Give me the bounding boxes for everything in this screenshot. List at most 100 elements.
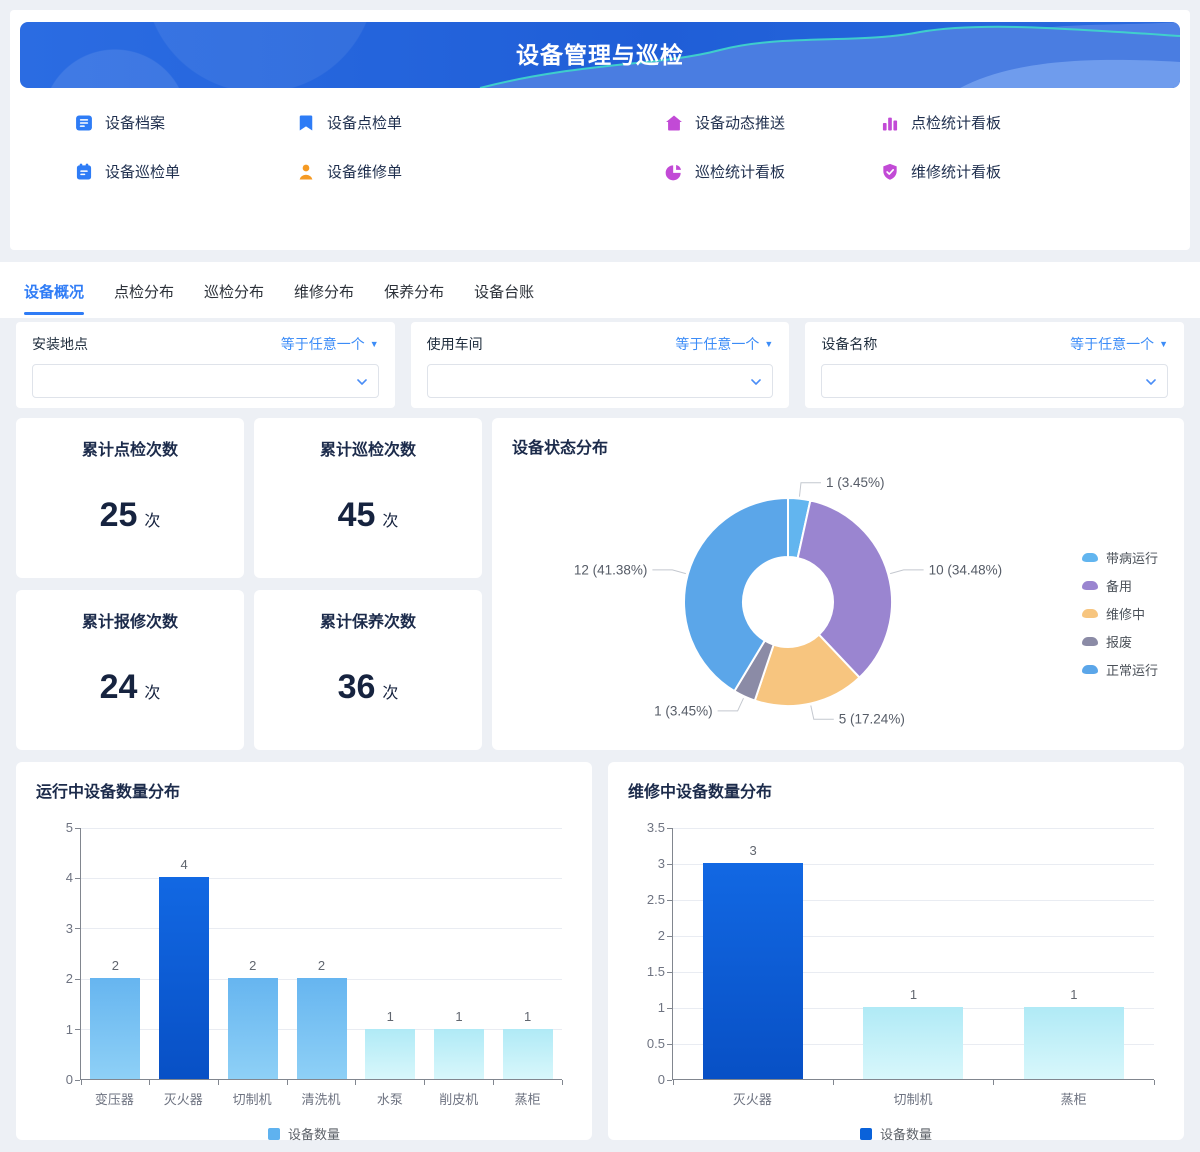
legend-marker xyxy=(1081,637,1098,646)
bar-slot: 2 xyxy=(287,828,356,1079)
menu-item-device-push[interactable]: 设备动态推送 xyxy=(664,112,880,133)
stat-value: 24 xyxy=(99,668,138,706)
y-axis-tick-label: 1 xyxy=(657,1000,665,1015)
y-axis-tick xyxy=(667,1007,672,1009)
filter-operator-dropdown[interactable]: 等于任意一个 ▼ xyxy=(281,334,379,354)
menu-item-label: 设备巡检单 xyxy=(105,164,181,181)
menu-item-repair-sheet[interactable]: 设备维修单 xyxy=(296,161,664,182)
bar-slot: 1 xyxy=(356,828,425,1079)
filter-device-name: 设备名称 等于任意一个 ▼ xyxy=(805,322,1185,408)
y-axis-tick xyxy=(667,899,672,901)
y-axis-tick-label: 2 xyxy=(65,971,73,987)
bar-slot: 2 xyxy=(81,828,150,1079)
menu-item-repair-board[interactable]: 维修统计看板 xyxy=(880,161,1190,182)
pie-slice-label: 5 (17.24%) xyxy=(839,712,905,727)
bar[interactable] xyxy=(296,978,347,1079)
chevron-down-icon xyxy=(356,379,367,385)
page-title: 设备管理与巡检 xyxy=(516,42,684,68)
x-axis-tick xyxy=(993,1080,995,1085)
banner: 设备管理与巡检 xyxy=(20,22,1180,88)
chart-title: 运行中设备数量分布 xyxy=(36,784,181,801)
caret-down-icon: ▼ xyxy=(1159,339,1169,349)
y-axis-tick xyxy=(667,1079,672,1081)
y-axis-tick-label: 4 xyxy=(65,870,73,886)
tab-device-ledger[interactable]: 设备台账 xyxy=(474,262,534,318)
y-axis-tick-label: 5 xyxy=(65,820,73,835)
legend-marker xyxy=(267,1127,280,1140)
legend-item[interactable]: 正常运行 xyxy=(1081,660,1158,679)
y-axis-tick-label: 0.5 xyxy=(646,1036,665,1051)
pie-label-leader-line xyxy=(810,705,834,720)
workshop-select[interactable] xyxy=(426,364,774,398)
menu-item-device-archive[interactable]: 设备档案 xyxy=(74,112,296,133)
bar[interactable] xyxy=(433,1028,484,1079)
y-axis-tick xyxy=(75,1079,80,1081)
bar-slot: 2 xyxy=(218,828,287,1079)
tab-maintenance-distribution[interactable]: 保养分布 xyxy=(384,262,444,318)
y-axis-tick xyxy=(75,877,80,879)
tab-bar: 设备概况 点检分布 巡检分布 维修分布 保养分布 设备台账 xyxy=(0,262,1200,318)
filter-install-location: 安装地点 等于任意一个 ▼ xyxy=(16,322,395,408)
x-category-label: 切制机 xyxy=(232,1092,272,1107)
x-axis-tick xyxy=(80,1080,82,1085)
bar-data-label: 1 xyxy=(455,1008,463,1024)
y-axis-tick-label: 3 xyxy=(657,856,665,871)
tab-repair-distribution[interactable]: 维修分布 xyxy=(294,262,354,318)
bar[interactable] xyxy=(90,978,141,1079)
menu-item-patrol-sheet[interactable]: 设备巡检单 xyxy=(74,161,296,182)
legend-item[interactable]: 设备数量 xyxy=(628,1124,1164,1143)
install-location-select[interactable] xyxy=(32,364,379,398)
bar[interactable] xyxy=(502,1028,553,1079)
stat-card-maintenance: 累计保养次数 36 次 xyxy=(254,590,482,750)
legend-label: 正常运行 xyxy=(1105,663,1158,678)
tab-spot-check-distribution[interactable]: 点检分布 xyxy=(114,262,174,318)
tab-patrol-distribution[interactable]: 巡检分布 xyxy=(204,262,264,318)
menu-item-patrol-board[interactable]: 巡检统计看板 xyxy=(664,161,880,182)
filter-operator-dropdown[interactable]: 等于任意一个 ▼ xyxy=(675,334,773,354)
bar-slot: 4 xyxy=(150,828,219,1079)
legend-item[interactable]: 设备数量 xyxy=(36,1124,572,1143)
running-devices-chart-card: 运行中设备数量分布 0 1 2 3 4 5 2 4 2 2 1 1 1 变压器 灭火器 切制机 清洗机 水泵 削皮机… xyxy=(16,762,592,1143)
legend-item[interactable]: 维修中 xyxy=(1081,604,1158,623)
document-list-icon xyxy=(76,115,92,130)
y-axis-tick-label: 3.5 xyxy=(646,820,665,835)
stat-title: 累计点检次数 xyxy=(81,442,178,459)
x-category-label: 蒸柜 xyxy=(1060,1092,1087,1107)
x-category-label: 切制机 xyxy=(893,1092,933,1107)
bar-chart-plot: 0 0.5 1 1.5 2 2.5 3 3.5 3 1 1 xyxy=(647,820,1155,1087)
menu-item-spot-check-board[interactable]: 点检统计看板 xyxy=(880,112,1190,133)
bar-slot: 1 xyxy=(425,828,494,1079)
pie-slice-label: 1 (3.45%) xyxy=(654,703,713,718)
pie-label-leader-line xyxy=(798,482,821,497)
bar[interactable] xyxy=(863,1007,964,1079)
legend-item[interactable]: 报废 xyxy=(1081,632,1158,651)
bar[interactable] xyxy=(703,863,804,1079)
stat-value: 45 xyxy=(337,496,376,534)
x-axis-tick xyxy=(355,1080,357,1085)
legend-item[interactable]: 带病运行 xyxy=(1081,548,1158,567)
x-category-label: 清洗机 xyxy=(301,1092,341,1107)
menu-item-spot-check-sheet[interactable]: 设备点检单 xyxy=(296,112,664,133)
stat-title: 累计报修次数 xyxy=(81,614,178,631)
stat-title: 累计巡检次数 xyxy=(319,442,416,459)
device-name-select[interactable] xyxy=(821,364,1169,398)
filter-operator-dropdown[interactable]: 等于任意一个 ▼ xyxy=(1070,334,1168,354)
y-axis-tick xyxy=(667,1043,672,1045)
bar[interactable] xyxy=(365,1028,416,1079)
stat-value: 36 xyxy=(337,668,376,706)
legend-item[interactable]: 备用 xyxy=(1081,576,1158,595)
bar[interactable] xyxy=(1023,1007,1124,1079)
dashboard-page: 设备管理与巡检 设备档案 设备点检单 设备动态推送 点检统计看板 设备巡检单 设… xyxy=(0,0,1200,1152)
header-card: 设备管理与巡检 设备档案 设备点检单 设备动态推送 点检统计看板 设备巡检单 设… xyxy=(10,10,1190,250)
bar[interactable] xyxy=(159,877,210,1079)
y-axis-tick xyxy=(75,928,80,930)
tab-device-overview[interactable]: 设备概况 xyxy=(24,262,85,318)
y-axis-tick-label: 0 xyxy=(657,1072,665,1087)
y-axis-tick xyxy=(667,935,672,937)
bar-slot: 3 xyxy=(673,828,833,1079)
legend-label: 设备数量 xyxy=(287,1127,340,1142)
legend-marker xyxy=(859,1127,872,1140)
legend-marker xyxy=(1081,609,1098,618)
x-axis-tick xyxy=(1153,1080,1155,1085)
bar[interactable] xyxy=(227,978,278,1079)
